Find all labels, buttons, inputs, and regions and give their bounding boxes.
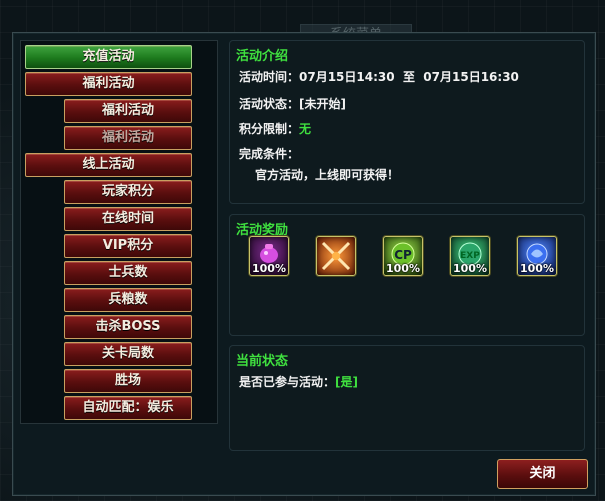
current-status-panel: 当前状态 xyxy=(229,345,585,451)
reward-item-2[interactable] xyxy=(316,236,356,276)
menu-vip-points[interactable]: VIP积分 xyxy=(64,234,192,258)
reward-item-5-percent: 100% xyxy=(520,262,554,275)
menu-welfare-sub-2[interactable]: 福利活动 xyxy=(64,126,192,150)
menu-online-time[interactable]: 在线时间 xyxy=(64,207,192,231)
close-button[interactable]: 关闭 xyxy=(497,459,588,489)
current-status-title: 当前状态 xyxy=(236,354,289,369)
activity-time-label: 活动时间： xyxy=(239,70,300,84)
points-limit-label: 积分限制： xyxy=(239,122,300,136)
intro-title: 活动介绍 xyxy=(236,49,289,64)
crossed-swords-icon xyxy=(321,241,351,271)
reward-item-1-percent: 100% xyxy=(252,262,286,275)
points-limit-value: 无 xyxy=(299,122,312,136)
reward-item-1[interactable]: 100% xyxy=(249,236,289,276)
completion-condition-value: 官方活动，上线即可获得！ xyxy=(255,168,400,182)
reward-item-5[interactable]: 100% xyxy=(517,236,557,276)
activity-status-value: [未开始] xyxy=(299,97,346,111)
menu-recharge-activity[interactable]: 充值活动 xyxy=(25,45,192,69)
cp-label: CP xyxy=(394,248,412,262)
menu-soldier-count[interactable]: 士兵数 xyxy=(64,261,192,285)
menu-kill-boss[interactable]: 击杀BOSS xyxy=(64,315,192,339)
participate-value: [是] xyxy=(335,375,358,389)
menu-welfare-activity[interactable]: 福利活动 xyxy=(25,72,192,96)
exp-label: EXP xyxy=(460,251,480,261)
menu-provisions-count[interactable]: 兵粮数 xyxy=(64,288,192,312)
completion-condition-label: 完成条件： xyxy=(239,147,300,161)
reward-item-4-percent: 100% xyxy=(453,262,487,275)
menu-online-activity[interactable]: 线上活动 xyxy=(25,153,192,177)
activity-status-label: 活动状态： xyxy=(239,97,300,111)
menu-stage-rounds[interactable]: 关卡局数 xyxy=(64,342,192,366)
reward-item-4[interactable]: EXP 100% xyxy=(450,236,490,276)
reward-item-3[interactable]: CP 100% xyxy=(383,236,423,276)
menu-welfare-sub-1[interactable]: 福利活动 xyxy=(64,99,192,123)
participate-label: 是否已参与活动： xyxy=(239,375,336,389)
activity-menu-panel xyxy=(20,40,218,424)
menu-wins[interactable]: 胜场 xyxy=(64,369,192,393)
menu-auto-match-casual[interactable]: 自动匹配：娱乐 xyxy=(64,396,192,420)
activity-time-value: 07月15日14:30 至 07月15日16:30 xyxy=(299,70,519,84)
reward-item-3-percent: 100% xyxy=(386,262,420,275)
menu-player-points[interactable]: 玩家积分 xyxy=(64,180,192,204)
